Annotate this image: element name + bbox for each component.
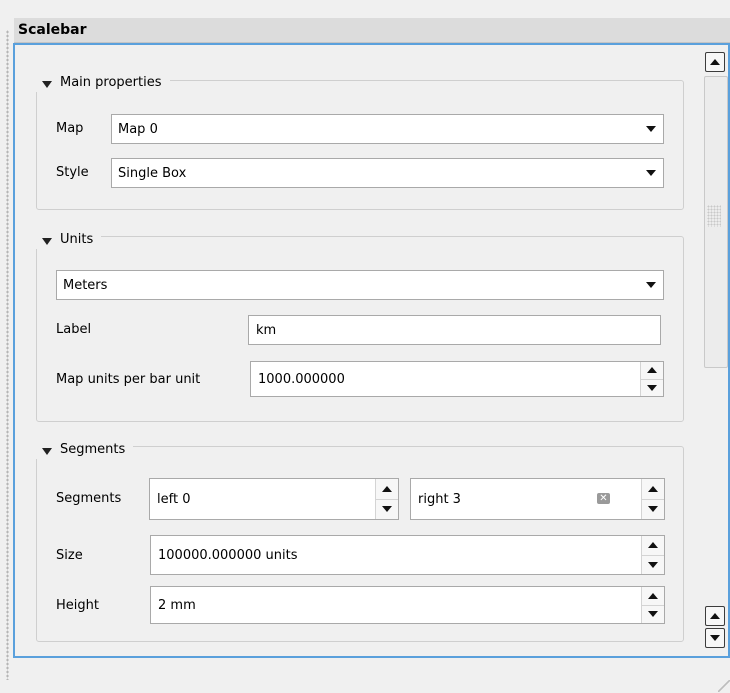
map-units-label: Map units per bar unit [56, 372, 201, 387]
segments-left-value: left 0 [157, 491, 191, 507]
spin-up-icon[interactable] [642, 536, 664, 555]
label-input[interactable]: km [248, 315, 661, 345]
label-input-value: km [256, 322, 277, 338]
height-label: Height [56, 598, 99, 613]
style-label: Style [56, 165, 89, 180]
map-units-spinbox[interactable]: 1000.000000 [250, 361, 664, 397]
arrow-down-icon [710, 635, 720, 641]
size-value: 100000.000000 units [158, 547, 298, 563]
segments-right-value: right 3 [418, 491, 461, 507]
segments-left-spinner [375, 479, 398, 519]
units-select-value: Meters [63, 277, 108, 293]
segments-right-spinner [641, 479, 664, 519]
collapse-triangle-icon [42, 447, 52, 455]
panel-title: Scalebar [14, 18, 730, 43]
size-label: Size [56, 548, 83, 563]
main-properties-header[interactable]: Main properties [36, 74, 170, 92]
chevron-down-icon[interactable] [639, 115, 663, 143]
collapse-triangle-icon [42, 237, 52, 245]
main-properties-title: Main properties [60, 75, 162, 90]
units-header[interactable]: Units [36, 231, 102, 249]
segments-left-spinbox[interactable]: left 0 [149, 478, 399, 520]
style-select[interactable]: Single Box [111, 158, 664, 188]
map-select-value: Map 0 [118, 121, 158, 137]
segments-title: Segments [60, 442, 126, 457]
resize-grip-icon[interactable] [718, 680, 730, 692]
units-select[interactable]: Meters [56, 270, 664, 300]
clear-icon[interactable]: ✕ [597, 493, 610, 504]
size-spinbox[interactable]: 100000.000000 units [150, 535, 665, 575]
spin-down-icon[interactable] [642, 604, 664, 624]
map-select[interactable]: Map 0 [111, 114, 664, 144]
chevron-down-icon[interactable] [639, 271, 663, 299]
collapse-triangle-icon [42, 80, 52, 88]
panel-drag-grip[interactable] [6, 30, 10, 680]
spin-up-icon[interactable] [642, 587, 664, 605]
arrow-up-icon [710, 613, 720, 619]
height-spinbox[interactable]: 2 mm [150, 586, 665, 624]
spin-down-icon[interactable] [642, 554, 664, 575]
label-label: Label [56, 322, 92, 337]
style-select-value: Single Box [118, 165, 187, 181]
height-spinner [641, 587, 664, 623]
scroll-up-button[interactable] [705, 52, 725, 72]
arrow-up-icon [710, 59, 720, 65]
map-units-value: 1000.000000 [258, 371, 345, 387]
spin-down-icon[interactable] [642, 498, 664, 520]
map-label: Map [56, 121, 84, 136]
units-title: Units [60, 232, 94, 247]
spin-down-icon[interactable] [376, 498, 398, 520]
scrollbar-grip-icon [707, 205, 721, 227]
segments-right-spinbox[interactable]: right 3 ✕ [410, 478, 665, 520]
scroll-down-button[interactable] [705, 628, 725, 648]
spin-up-icon[interactable] [376, 479, 398, 499]
size-spinner [641, 536, 664, 574]
height-value: 2 mm [158, 597, 196, 613]
spin-up-icon[interactable] [642, 479, 664, 499]
scroll-up-button-lower[interactable] [705, 606, 725, 626]
spin-down-icon[interactable] [641, 378, 663, 397]
segments-header[interactable]: Segments [36, 441, 134, 459]
spin-up-icon[interactable] [641, 362, 663, 379]
map-units-spinner [640, 362, 663, 396]
main-properties-group [36, 80, 684, 210]
segments-label: Segments [56, 491, 122, 506]
chevron-down-icon[interactable] [639, 159, 663, 187]
